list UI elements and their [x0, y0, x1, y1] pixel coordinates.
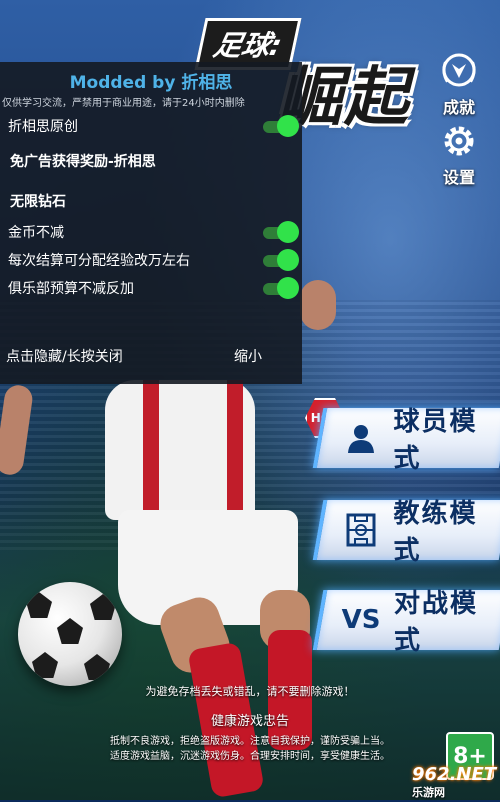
- watermark-brand: 962.NET: [412, 764, 497, 785]
- health-notice-line2: 适度游戏益脑，沉迷游戏伤身。合理安排时间，享受健康生活。: [110, 751, 390, 762]
- mod-option-exp[interactable]: 每次结算可分配经验改万左右: [0, 246, 302, 274]
- trophy-wreath-icon: [442, 53, 476, 87]
- versus-icon: VS: [341, 605, 381, 635]
- mod-option-original[interactable]: 折相思原创: [0, 112, 302, 140]
- toggle-switch[interactable]: [263, 221, 299, 243]
- mod-option-no-ads[interactable]: 免广告获得奖励-折相思: [0, 146, 302, 176]
- coach-mode-button[interactable]: 教练模式: [312, 499, 500, 566]
- mod-menu-title: Modded by 折相思: [69, 73, 233, 93]
- player-left-arm: [0, 383, 35, 477]
- save-warning-text: 为避免存档丢失或错乱，请不要删除游戏！: [145, 685, 355, 698]
- player-mode-button[interactable]: 球员模式: [312, 407, 500, 474]
- mod-menu-panel: Modded by 折相思 仅供学习交流，严禁用于商业用途，请于24小时内删除 …: [0, 62, 302, 384]
- toggle-switch[interactable]: [263, 249, 299, 271]
- soccer-ball-icon: [18, 582, 122, 686]
- achievements-button[interactable]: 成就: [430, 52, 488, 118]
- gear-icon: [444, 126, 474, 156]
- mod-option-label: 免广告获得奖励-折相思: [10, 154, 156, 170]
- versus-mode-label: 对战模式: [394, 589, 479, 656]
- hide-menu-button[interactable]: 点击隐藏/长按关闭: [6, 346, 123, 366]
- shirt-stripe: [227, 380, 243, 520]
- mod-option-infinite-diamonds[interactable]: 无限钻石: [0, 186, 302, 216]
- health-notice-line1: 抵制不良游戏，拒绝盗版游戏。注意自我保护，谨防受骗上当。: [110, 736, 390, 747]
- health-notice-title: 健康游戏忠告: [210, 714, 289, 729]
- achievements-label: 成就: [442, 98, 475, 117]
- toggle-switch[interactable]: [263, 115, 299, 137]
- player-icon: [342, 421, 379, 455]
- versus-mode-button[interactable]: VS 对战模式: [312, 589, 500, 656]
- mod-option-label: 折相思原创: [8, 119, 78, 135]
- settings-label: 设置: [442, 168, 475, 187]
- mod-option-label: 无限钻石: [10, 194, 66, 210]
- mod-option-budget[interactable]: 俱乐部预算不减反加: [0, 274, 302, 302]
- mod-option-label: 金币不减: [8, 225, 64, 241]
- player-shirt: [105, 380, 255, 520]
- minimize-menu-button[interactable]: 缩小: [234, 346, 262, 366]
- player-right-fist: [300, 280, 336, 330]
- mod-menu-subtitle: 仅供学习交流，严禁用于商业用途，请于24小时内删除: [2, 98, 245, 109]
- mod-option-label: 每次结算可分配经验改万左右: [8, 253, 190, 269]
- mod-option-coins[interactable]: 金币不减: [0, 218, 302, 246]
- coach-icon: [342, 513, 379, 547]
- player-mode-label: 球员模式: [393, 407, 478, 474]
- watermark-logo: 962.NET 乐游网: [412, 766, 500, 800]
- toggle-switch[interactable]: [263, 277, 299, 299]
- mod-option-label: 俱乐部预算不减反加: [8, 281, 134, 297]
- shirt-stripe: [143, 380, 159, 520]
- settings-button[interactable]: 设置: [430, 122, 488, 188]
- coach-mode-label: 教练模式: [393, 499, 478, 566]
- watermark-sub: 乐游网: [412, 786, 445, 799]
